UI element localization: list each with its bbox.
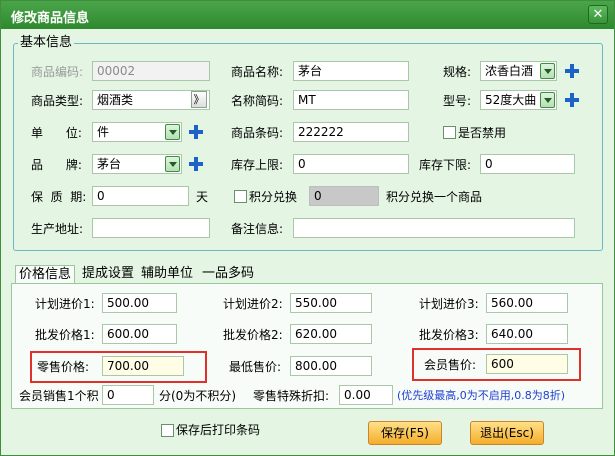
tab-aux-unit[interactable]: 辅助单位 [138,265,196,283]
tab-strip: 价格信息 提成设置 辅助单位 一品多码 [15,265,605,283]
close-button[interactable]: ✕ [588,5,608,24]
name-field[interactable]: 茅台 [293,61,409,81]
note-label: 备注信息: [231,222,284,236]
tab-commission[interactable]: 提成设置 [79,265,137,283]
model-value: 52度大曲 [485,93,537,107]
member-points-suffix: 分(0为不积分) [159,389,236,403]
stock-max-field[interactable]: 0 [293,154,409,174]
wholesale3-label: 批发价格3: [419,328,479,342]
plan-price3-field[interactable]: 560.00 [486,293,568,313]
short-code-label: 名称简码: [231,94,284,108]
print-after-save-checkbox[interactable] [161,424,174,437]
points-exchange-label: 积分兑换 [249,190,298,204]
wholesale3-field[interactable]: 640.00 [486,324,568,344]
chevron-down-icon[interactable] [540,92,555,108]
wholesale1-label: 批发价格1: [35,328,95,342]
window-title: 修改商品信息 [11,11,90,26]
code-label: 商品编码: [31,65,84,79]
plan-price1-field[interactable]: 500.00 [102,293,177,313]
chevron-down-icon[interactable] [165,156,180,172]
shelf-life-unit: 天 [196,190,209,204]
save-button[interactable]: 保存(F5) [368,421,442,445]
origin-field[interactable] [92,218,210,238]
plan-price2-field[interactable]: 550.00 [290,293,372,313]
basic-info-label: 基本信息 [18,35,75,51]
special-discount-label: 零售特殊折扣: [253,389,330,403]
spec-label: 规格: [443,65,472,79]
wholesale2-label: 批发价格2: [223,328,283,342]
min-price-field[interactable]: 800.00 [290,356,372,376]
name-label: 商品名称: [231,65,284,79]
origin-label: 生产地址: [31,222,84,236]
add-spec-icon[interactable] [565,64,579,78]
unit-select[interactable]: 件 [92,122,182,142]
spec-select[interactable]: 浓香白酒 [480,61,557,81]
spec-value: 浓香白酒 [485,64,534,78]
points-exchange-field[interactable]: 0 [309,186,379,206]
chevron-down-icon[interactable] [540,63,555,79]
stock-min-label: 库存下限: [419,158,472,172]
retail-price-field[interactable]: 700.00 [102,356,184,376]
model-select[interactable]: 52度大曲 [480,90,557,110]
points-exchange-suffix: 积分兑换一个商品 [386,190,483,204]
wholesale2-field[interactable]: 620.00 [290,324,372,344]
min-price-label: 最低售价: [229,360,282,374]
member-price-field[interactable]: 600 [486,354,568,374]
shelf-life-label: 保 质 期: [31,190,87,204]
add-brand-icon[interactable] [189,157,203,171]
tab-price-info[interactable]: 价格信息 [15,265,76,283]
member-points-label: 会员销售1个积 [19,389,99,403]
unit-label: 单 位: [31,126,82,140]
note-field[interactable] [293,218,575,238]
disabled-checkbox[interactable] [443,126,456,139]
brand-select[interactable]: 茅台 [92,154,182,174]
code-field[interactable]: 00002 [92,61,210,81]
unit-value: 件 [97,125,110,139]
title-bar[interactable]: 修改商品信息 ✕ [1,1,614,29]
discount-hint: (优先级最高,0为不启用,0.8为8折) [397,389,566,402]
member-points-field[interactable]: 0 [102,385,154,405]
exit-button[interactable]: 退出(Esc) [470,421,544,445]
shelf-life-field[interactable]: 0 [92,186,189,206]
chevron-down-icon[interactable] [165,124,180,140]
short-code-field[interactable]: MT [293,90,409,110]
wholesale1-field[interactable]: 600.00 [102,324,177,344]
barcode-label: 商品条码: [231,126,284,140]
retail-price-label: 零售价格: [37,360,90,374]
print-after-save-label: 保存后打印条码 [176,423,261,437]
plan-price2-label: 计划进价2: [223,297,283,311]
points-exchange-checkbox[interactable] [234,190,247,203]
brand-label: 品 牌: [31,158,82,172]
tab-multi-code[interactable]: 一品多码 [199,265,257,283]
add-model-icon[interactable] [565,93,579,107]
stock-max-label: 库存上限: [231,158,284,172]
type-picker-button[interactable]: 》 [191,91,207,108]
dialog-window: 修改商品信息 ✕ 基本信息 商品编码: 00002 商品名称: 茅台 规格: 浓… [0,0,615,456]
disabled-label: 是否禁用 [458,126,507,140]
type-label: 商品类型: [31,94,84,108]
brand-value: 茅台 [97,157,122,171]
plan-price3-label: 计划进价3: [419,297,479,311]
barcode-field[interactable]: 222222 [293,122,409,142]
member-price-label: 会员售价: [424,358,477,372]
plan-price1-label: 计划进价1: [35,297,95,311]
add-unit-icon[interactable] [189,125,203,139]
special-discount-field[interactable]: 0.00 [339,385,393,405]
model-label: 型号: [443,94,472,108]
stock-min-field[interactable]: 0 [480,154,575,174]
